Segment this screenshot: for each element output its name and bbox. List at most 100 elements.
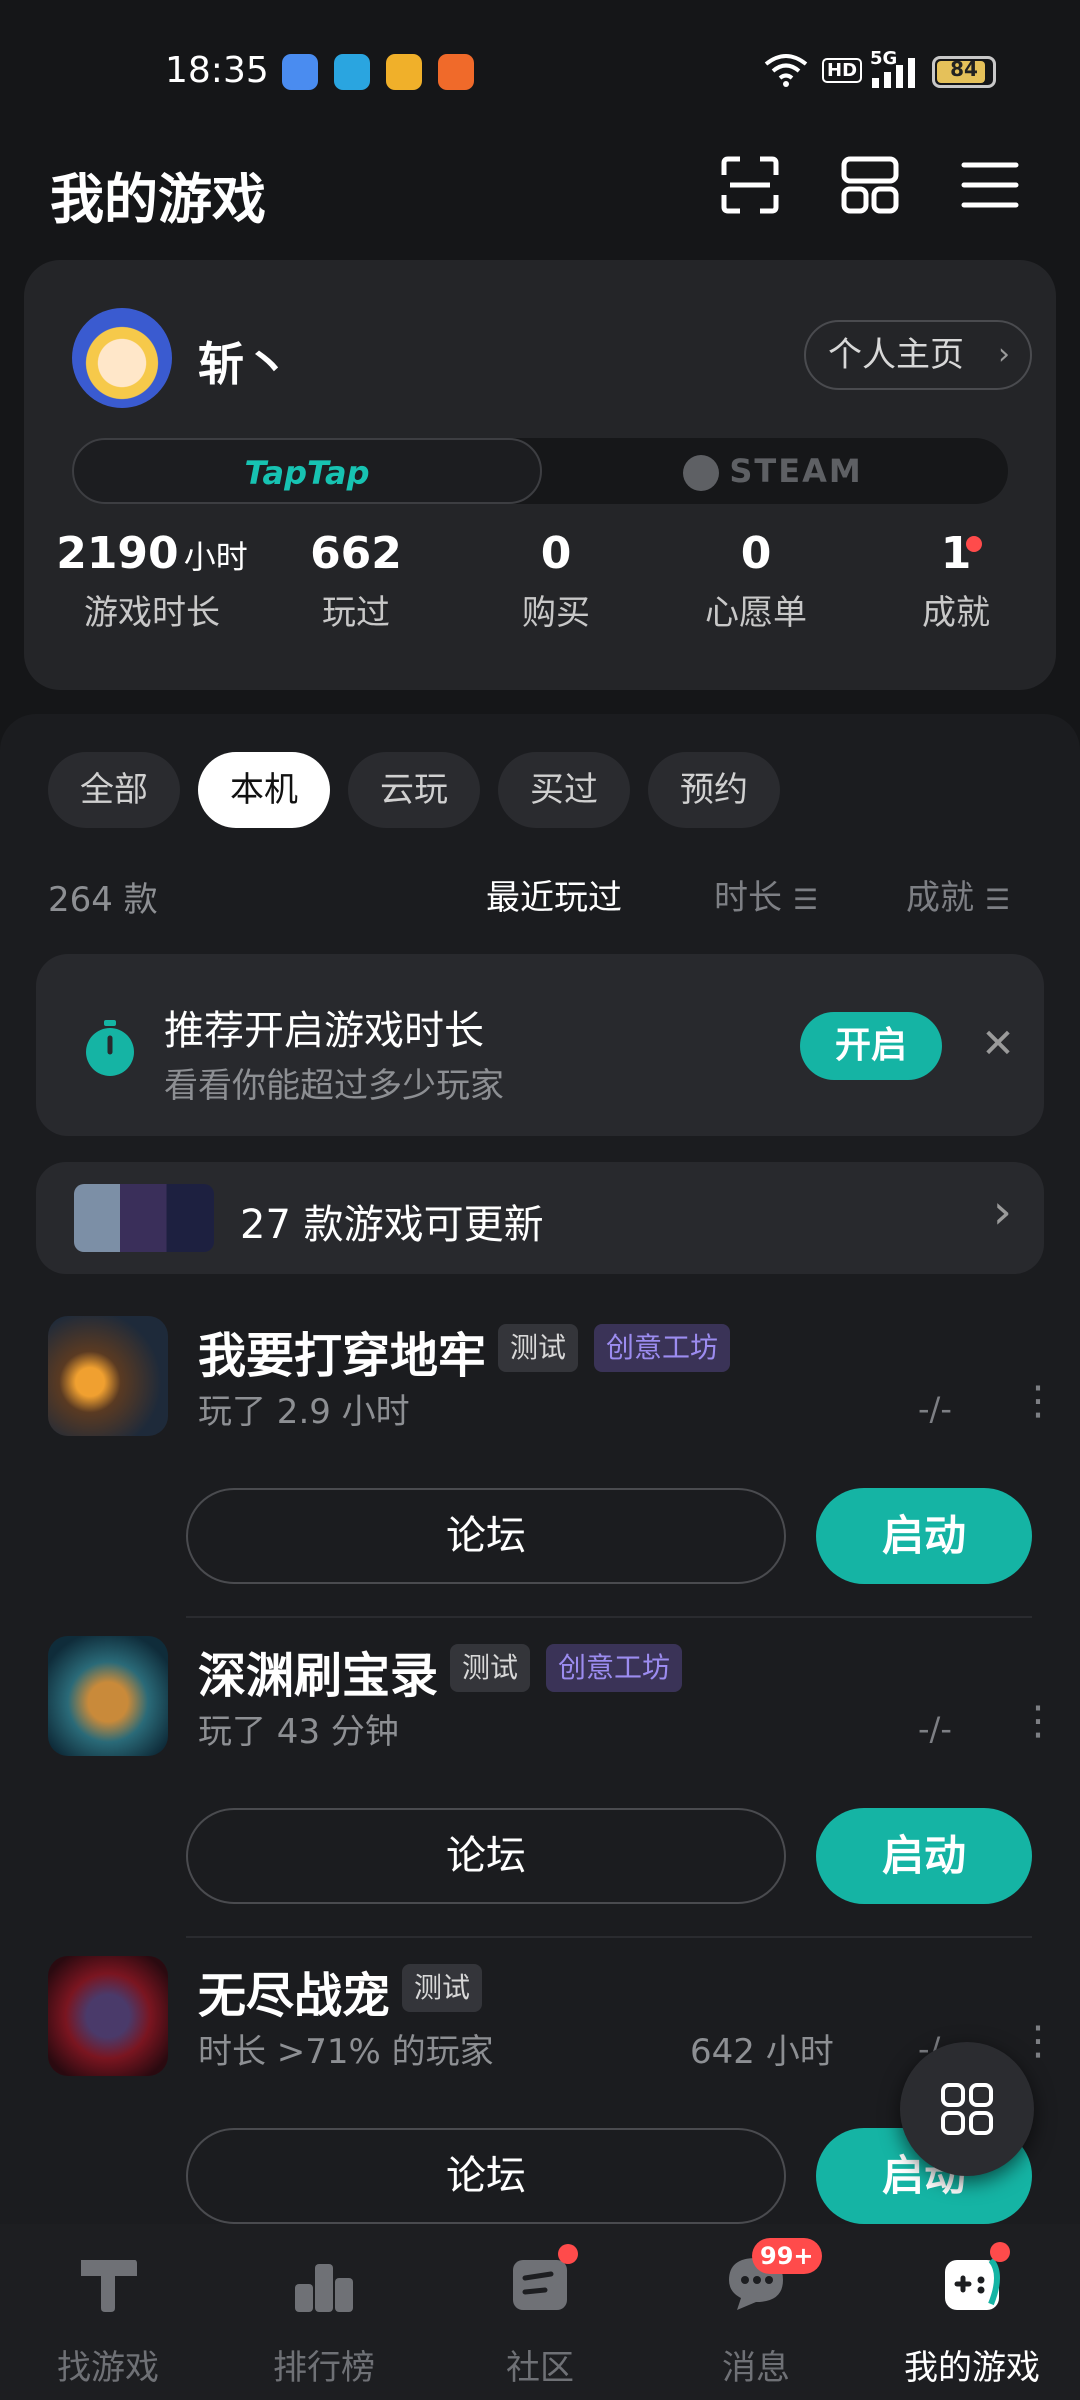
- status-time: 18:35: [165, 50, 269, 91]
- layout-icon[interactable]: [840, 155, 900, 215]
- game-icon[interactable]: [48, 1636, 168, 1756]
- divider: [186, 1616, 1032, 1618]
- tag-test: 测试: [498, 1324, 579, 1372]
- tag-workshop: 创意工坊: [546, 1644, 683, 1692]
- achievement-notification-dot: [966, 536, 982, 552]
- nav-my-games[interactable]: 我的游戏: [864, 2224, 1080, 2400]
- game-item: 深渊刷宝录 测试 创意工坊 玩了 43 分钟 -/- ⋮ 论坛 启动: [0, 1636, 1080, 1956]
- game-title: 深渊刷宝录: [198, 1648, 439, 1704]
- stat-label: 成就: [922, 593, 990, 633]
- avatar[interactable]: [72, 308, 172, 408]
- stat-played[interactable]: 662 玩过: [256, 528, 456, 634]
- game-playtime: 玩了 43 分钟: [198, 1712, 399, 1752]
- enable-playtime-button[interactable]: 开启: [800, 1012, 942, 1080]
- chip-cloud[interactable]: 云玩: [348, 752, 480, 828]
- forum-button[interactable]: 论坛: [186, 1488, 786, 1584]
- stat-wishlist[interactable]: 0 心愿单: [656, 528, 856, 634]
- sort-duration-label: 时长: [714, 878, 782, 918]
- game-playtime: 时长 >71% 的玩家: [198, 2032, 494, 2072]
- playtime-banner: 推荐开启游戏时长 看看你能超过多少玩家 开启 ✕: [36, 954, 1044, 1136]
- nav-label: 消息: [722, 2348, 790, 2388]
- page-title: 我的游戏: [50, 168, 266, 231]
- username: 斩丶: [198, 337, 290, 391]
- community-notification-dot: [558, 2244, 578, 2264]
- launch-button[interactable]: 启动: [816, 1808, 1032, 1904]
- banner-title: 推荐开启游戏时长: [164, 1008, 484, 1054]
- chip-local[interactable]: 本机: [198, 752, 330, 828]
- game-achievement-progress: -/-: [918, 1390, 952, 1428]
- grid-icon: [941, 2083, 993, 2135]
- close-icon[interactable]: ✕: [968, 1014, 1028, 1074]
- divider: [186, 1936, 1032, 1938]
- banner-subtitle: 看看你能超过多少玩家: [164, 1066, 504, 1106]
- chip-bought[interactable]: 买过: [498, 752, 630, 828]
- my-games-notification-dot: [990, 2242, 1010, 2262]
- nav-label: 我的游戏: [904, 2348, 1040, 2388]
- chip-all[interactable]: 全部: [48, 752, 180, 828]
- sort-icon: ☰: [984, 883, 1010, 916]
- sort-recent[interactable]: 最近玩过: [486, 870, 622, 919]
- nav-rankings[interactable]: 排行榜: [216, 2224, 432, 2400]
- sort-achievement[interactable]: 成就 ☰: [906, 870, 1010, 919]
- stat-value: 1: [940, 528, 972, 579]
- battery-icon: 84: [932, 56, 996, 88]
- game-title: 我要打穿地牢: [198, 1328, 487, 1384]
- stat-label: 玩过: [322, 593, 390, 633]
- sort-duration[interactable]: 时长 ☰: [714, 870, 818, 919]
- stat-achievements[interactable]: 1 成就: [856, 528, 1056, 634]
- sort-icon: ☰: [792, 883, 818, 916]
- game-count: 264 款: [48, 880, 158, 920]
- stat-label: 心愿单: [705, 593, 807, 633]
- find-games-icon: [81, 2260, 137, 2312]
- game-icon[interactable]: [48, 1956, 168, 2076]
- timer-icon: [86, 1020, 134, 1076]
- hd-indicator: HD: [822, 58, 863, 83]
- weather-app-icon: [282, 54, 318, 90]
- tag-test: 测试: [450, 1644, 531, 1692]
- more-icon[interactable]: ⋮: [1018, 1698, 1058, 1744]
- battery-level: 84: [950, 57, 978, 81]
- forum-button[interactable]: 论坛: [186, 1808, 786, 1904]
- more-icon[interactable]: ⋮: [1018, 2018, 1058, 2064]
- forum-button[interactable]: 论坛: [186, 2128, 786, 2224]
- stat-value: 662: [310, 528, 402, 579]
- updates-row[interactable]: 27 款游戏可更新 ›: [36, 1162, 1044, 1274]
- game-icon[interactable]: [48, 1316, 168, 1436]
- chip-reserved[interactable]: 预约: [648, 752, 780, 828]
- game-item: 我要打穿地牢 测试 创意工坊 玩了 2.9 小时 -/- ⋮ 论坛 启动: [0, 1316, 1080, 1636]
- tab-taptap[interactable]: TapTap: [72, 438, 542, 504]
- stat-value: 0: [740, 528, 772, 579]
- app-grid-fab[interactable]: [900, 2042, 1034, 2176]
- game-playtime: 玩了 2.9 小时: [198, 1392, 410, 1432]
- updates-text: 27 款游戏可更新: [240, 1202, 544, 1248]
- sort-achievement-label: 成就: [906, 878, 974, 918]
- nav-community[interactable]: 社区: [432, 2224, 648, 2400]
- stat-purchased[interactable]: 0 购买: [456, 528, 656, 634]
- stat-play-time[interactable]: 2190 小时 游戏时长: [52, 528, 252, 634]
- chevron-right-icon: ›: [992, 1184, 1012, 1240]
- message-count-badge: 99+: [752, 2238, 822, 2274]
- steam-icon: [683, 455, 720, 491]
- chevron-right-icon: ›: [998, 337, 1010, 372]
- activity-app-icon: [438, 54, 474, 90]
- telegram-app-icon: [334, 54, 370, 90]
- more-icon[interactable]: ⋮: [1018, 1378, 1058, 1424]
- nav-messages[interactable]: 99+ 消息: [648, 2224, 864, 2400]
- rankings-icon: [295, 2264, 353, 2312]
- profile-home-button[interactable]: 个人主页 ›: [804, 320, 1032, 390]
- bottom-nav: 找游戏 排行榜 社区 99+ 消息 我的游戏: [0, 2224, 1080, 2400]
- nav-label: 社区: [506, 2348, 574, 2388]
- scan-icon[interactable]: [720, 155, 780, 215]
- tab-steam[interactable]: STEAM: [538, 438, 1008, 504]
- update-game-thumbnails: [74, 1184, 214, 1252]
- stat-value: 2190: [56, 528, 179, 579]
- game-total-time: 642 小时: [690, 2032, 834, 2072]
- launch-button[interactable]: 启动: [816, 1488, 1032, 1584]
- nav-find-games[interactable]: 找游戏: [0, 2224, 216, 2400]
- stat-label: 购买: [522, 593, 590, 633]
- menu-icon[interactable]: [960, 155, 1020, 215]
- profile-card: 斩丶 个人主页 › TapTap STEAM 2190 小时 游戏时长 662 …: [24, 260, 1056, 690]
- status-bar: 18:35 HD 5G 84: [0, 0, 1080, 140]
- profile-home-label: 个人主页: [828, 335, 964, 375]
- stat-value: 0: [540, 528, 572, 579]
